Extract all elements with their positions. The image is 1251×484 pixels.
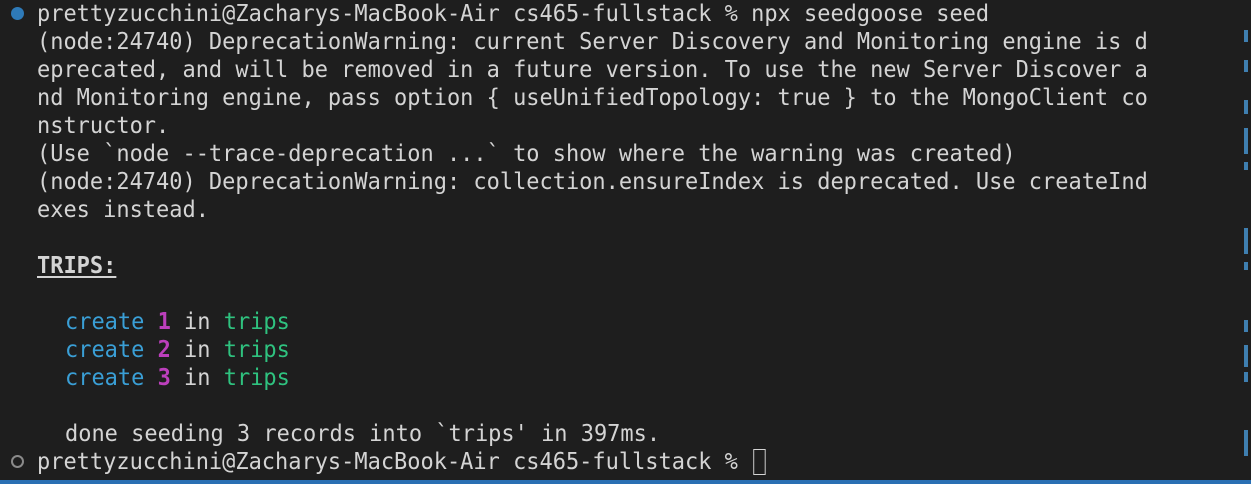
command-line: prettyzucchini@Zacharys-MacBook-Air cs46… — [37, 0, 989, 28]
create-verb: create — [65, 309, 145, 335]
scroll-marker — [1244, 60, 1248, 72]
prompt: prettyzucchini@Zacharys-MacBook-Air cs46… — [37, 1, 752, 27]
collection-name: trips — [223, 309, 290, 335]
warning-line: nd Monitoring engine, pass option { useU… — [37, 85, 1148, 111]
section-title: TRIPS: — [37, 253, 117, 279]
record-number: 2 — [157, 337, 171, 363]
create-line: create 1 in trips — [65, 308, 290, 336]
collection-name: trips — [223, 365, 290, 391]
warning-line: (node:24740) DeprecationWarning: collect… — [37, 169, 1148, 195]
terminal-output[interactable]: prettyzucchini@Zacharys-MacBook-Air cs46… — [0, 0, 1251, 480]
warning-line: (Use `node --trace-deprecation ...` to s… — [37, 141, 1016, 167]
status-bar — [0, 480, 1251, 484]
scroll-marker — [1244, 345, 1248, 367]
create-prep: in — [184, 337, 211, 363]
scroll-marker — [1244, 162, 1248, 170]
scroll-marker — [1244, 372, 1248, 382]
done-message: done seeding 3 records into `trips' in 3… — [65, 421, 661, 447]
active-prompt-line[interactable]: prettyzucchini@Zacharys-MacBook-Air cs46… — [37, 448, 766, 476]
warning-line: exes instead. — [37, 197, 209, 223]
cursor-icon — [753, 449, 766, 475]
create-line: create 3 in trips — [65, 364, 290, 392]
scroll-marker — [1244, 320, 1248, 332]
scroll-marker — [1244, 100, 1248, 114]
create-prep: in — [184, 365, 211, 391]
create-verb: create — [65, 337, 145, 363]
warning-line: nstructor. — [37, 113, 170, 139]
command-success-marker-icon[interactable] — [11, 7, 24, 20]
scroll-marker — [1244, 262, 1248, 270]
collection-name: trips — [223, 337, 290, 363]
warning-line: eprecated, and will be removed in a futu… — [37, 57, 1148, 83]
scroll-marker — [1244, 228, 1248, 254]
scroll-marker — [1244, 430, 1248, 456]
scroll-marker — [1244, 30, 1248, 42]
warning-line: (node:24740) DeprecationWarning: current… — [37, 29, 1148, 55]
create-verb: create — [65, 365, 145, 391]
scroll-marker — [1244, 128, 1248, 154]
create-line: create 2 in trips — [65, 336, 290, 364]
record-number: 3 — [157, 365, 171, 391]
record-number: 1 — [157, 309, 171, 335]
command: npx seedgoose seed — [751, 1, 990, 27]
command-pending-marker-icon[interactable] — [11, 455, 24, 468]
prompt: prettyzucchini@Zacharys-MacBook-Air cs46… — [37, 449, 752, 475]
create-prep: in — [184, 309, 211, 335]
scrollbar[interactable] — [1237, 0, 1251, 480]
